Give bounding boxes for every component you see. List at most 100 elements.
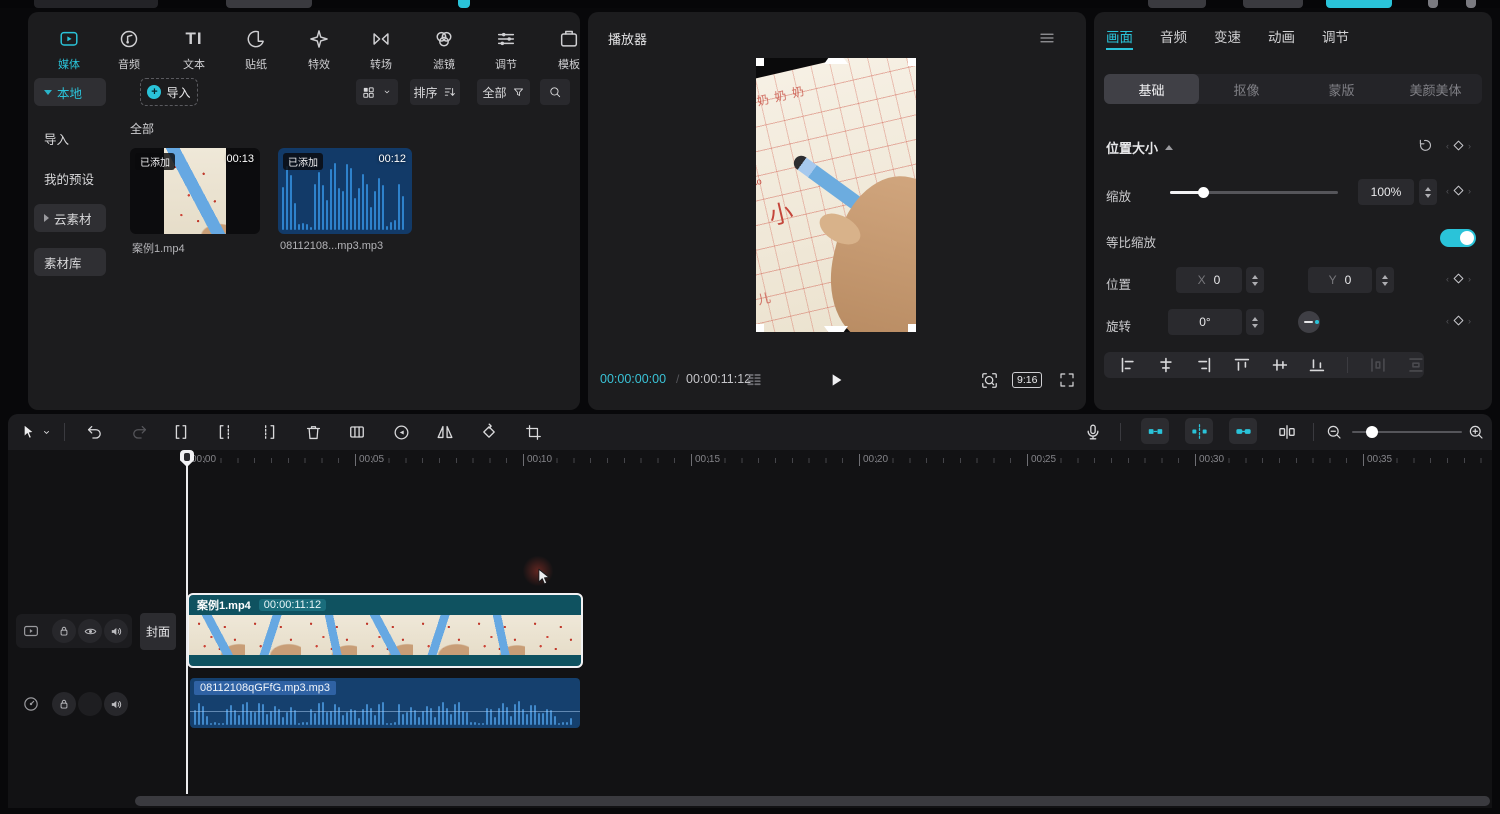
fullscreen-icon[interactable]: [1058, 371, 1076, 389]
scale-value-field[interactable]: 100%: [1358, 179, 1414, 205]
position-y-field[interactable]: Y0: [1308, 267, 1372, 293]
props-tab-speed[interactable]: 变速: [1214, 26, 1241, 46]
align-middle-vertical-icon[interactable]: [1272, 357, 1288, 373]
tab-media[interactable]: 媒体: [38, 28, 100, 72]
redo-icon[interactable]: [127, 420, 151, 444]
prev-keyframe-icon[interactable]: ‹: [1446, 141, 1449, 151]
position-x-stepper[interactable]: [1246, 267, 1264, 293]
sub-tab-basic[interactable]: 基础: [1104, 74, 1199, 104]
player-menu-icon[interactable]: [1038, 29, 1056, 47]
selection-handle[interactable]: [756, 58, 764, 66]
mirror-icon[interactable]: [433, 420, 457, 444]
sidebar-item-local[interactable]: 本地: [34, 78, 106, 106]
uniform-scale-toggle[interactable]: [1440, 229, 1476, 247]
props-tab-adjust[interactable]: 调节: [1322, 26, 1349, 46]
keyframe-diamond-icon[interactable]: [1451, 313, 1466, 328]
freeze-frame-icon[interactable]: [345, 420, 369, 444]
horizontal-scrollbar[interactable]: [135, 796, 1490, 806]
tab-transition[interactable]: 转场: [350, 28, 412, 72]
crop-icon[interactable]: [521, 420, 545, 444]
sidebar-item-library[interactable]: 素材库: [34, 248, 106, 276]
lock-icon[interactable]: [52, 619, 76, 643]
delete-left-icon[interactable]: [213, 420, 237, 444]
stepper-down-icon[interactable]: [1252, 324, 1258, 328]
position-y-stepper[interactable]: [1376, 267, 1394, 293]
stepper-up-icon[interactable]: [1252, 275, 1258, 279]
keyframe-diamond-icon[interactable]: [1451, 138, 1466, 153]
tab-audio[interactable]: 音频: [98, 28, 160, 72]
props-tab-animation[interactable]: 动画: [1268, 26, 1295, 46]
keyframe-control[interactable]: ‹›: [1446, 183, 1471, 198]
timeline-video-clip[interactable]: 案例1.mp4 00:00:11:12: [187, 593, 583, 668]
align-center-horizontal-icon[interactable]: [1158, 357, 1174, 373]
timeline-audio-clip[interactable]: 08112108qGFfG.mp3.mp3: [190, 678, 580, 728]
props-tab-audio[interactable]: 音频: [1160, 26, 1187, 46]
sub-tab-mask[interactable]: 蒙版: [1294, 74, 1389, 104]
tab-text[interactable]: TI文本: [163, 28, 225, 72]
speaker-icon[interactable]: [104, 692, 128, 716]
rotate-icon[interactable]: [477, 420, 501, 444]
disabled-icon[interactable]: [78, 692, 102, 716]
next-keyframe-icon[interactable]: ›: [1468, 274, 1471, 284]
cover-button[interactable]: 封面: [140, 613, 176, 650]
distribute-horizontal-icon[interactable]: [1370, 357, 1386, 373]
speaker-icon[interactable]: [104, 619, 128, 643]
titlebar-export-button-fragment[interactable]: [1326, 0, 1392, 8]
delete-right-icon[interactable]: [257, 420, 281, 444]
search-button[interactable]: [540, 79, 570, 105]
record-voiceover-icon[interactable]: [1081, 420, 1105, 444]
sidebar-item-presets[interactable]: 我的预设: [34, 164, 106, 192]
scale-slider[interactable]: [1170, 191, 1338, 194]
aspect-ratio-button[interactable]: 9:16: [1012, 372, 1042, 388]
slider-handle[interactable]: [1366, 426, 1378, 438]
rotate-knob[interactable]: [1298, 311, 1320, 333]
preview-axis-toggle-icon[interactable]: [1185, 418, 1213, 444]
lock-icon[interactable]: [52, 692, 76, 716]
prev-keyframe-icon[interactable]: ‹: [1446, 316, 1449, 326]
keyframe-diamond-icon[interactable]: [1451, 271, 1466, 286]
preview-quality-icon[interactable]: [980, 371, 999, 390]
media-item-audio[interactable]: 已添加 00:12 08112108...mp3.mp3: [278, 148, 412, 256]
sub-tab-cutout[interactable]: 抠像: [1199, 74, 1294, 104]
snap-toggle-icon[interactable]: [1141, 418, 1169, 444]
rotate-stepper[interactable]: [1246, 309, 1264, 335]
next-keyframe-icon[interactable]: ›: [1468, 316, 1471, 326]
tab-effects[interactable]: 特效: [288, 28, 350, 72]
chevron-down-icon[interactable]: [38, 420, 54, 444]
stepper-up-icon[interactable]: [1425, 187, 1431, 191]
sort-button[interactable]: 排序: [410, 79, 460, 105]
link-toggle-icon[interactable]: [1229, 418, 1257, 444]
keyframe-control[interactable]: ‹›: [1446, 313, 1471, 328]
next-keyframe-icon[interactable]: ›: [1468, 141, 1471, 151]
sidebar-item-import[interactable]: 导入: [34, 124, 106, 152]
filter-button[interactable]: 全部: [477, 79, 530, 105]
next-keyframe-icon[interactable]: ›: [1468, 186, 1471, 196]
timeline-zoom-slider[interactable]: [1352, 431, 1462, 433]
video-preview[interactable]: 奶奶奶奶 xiǎo 小 qiáo 桥 儿: [756, 58, 916, 332]
track-height-icon[interactable]: [1275, 420, 1299, 444]
selection-handle[interactable]: [756, 324, 764, 332]
selection-handle[interactable]: [908, 324, 916, 332]
import-button[interactable]: + 导入: [140, 78, 198, 106]
align-bottom-icon[interactable]: [1309, 357, 1325, 373]
scale-stepper[interactable]: [1419, 179, 1437, 205]
props-tab-picture[interactable]: 画面: [1106, 26, 1133, 46]
frame-view-icon[interactable]: [744, 370, 764, 390]
titlebar-window-controls-fragment[interactable]: [1428, 0, 1438, 8]
distribute-vertical-icon[interactable]: [1408, 357, 1424, 373]
stepper-down-icon[interactable]: [1382, 282, 1388, 286]
zoom-out-icon[interactable]: [1322, 420, 1346, 444]
keyframe-diamond-icon[interactable]: [1451, 183, 1466, 198]
select-tool-icon[interactable]: [16, 420, 40, 444]
titlebar-window-controls-fragment[interactable]: [1466, 0, 1476, 8]
stepper-down-icon[interactable]: [1252, 282, 1258, 286]
undo-icon[interactable]: [82, 420, 106, 444]
stepper-up-icon[interactable]: [1382, 275, 1388, 279]
media-item-video[interactable]: 已添加 00:13 案例1.mp4: [130, 148, 260, 256]
timeline-ruler[interactable]: 00:00 00:05 00:10 00:15 00:20 00:25 00:3…: [8, 450, 1492, 472]
playhead-line[interactable]: [186, 452, 188, 794]
rotate-value-field[interactable]: 0°: [1168, 309, 1242, 335]
zoom-in-icon[interactable]: [1464, 420, 1488, 444]
tab-filter[interactable]: 滤镜: [413, 28, 475, 72]
keyframe-control[interactable]: ‹›: [1446, 271, 1471, 286]
